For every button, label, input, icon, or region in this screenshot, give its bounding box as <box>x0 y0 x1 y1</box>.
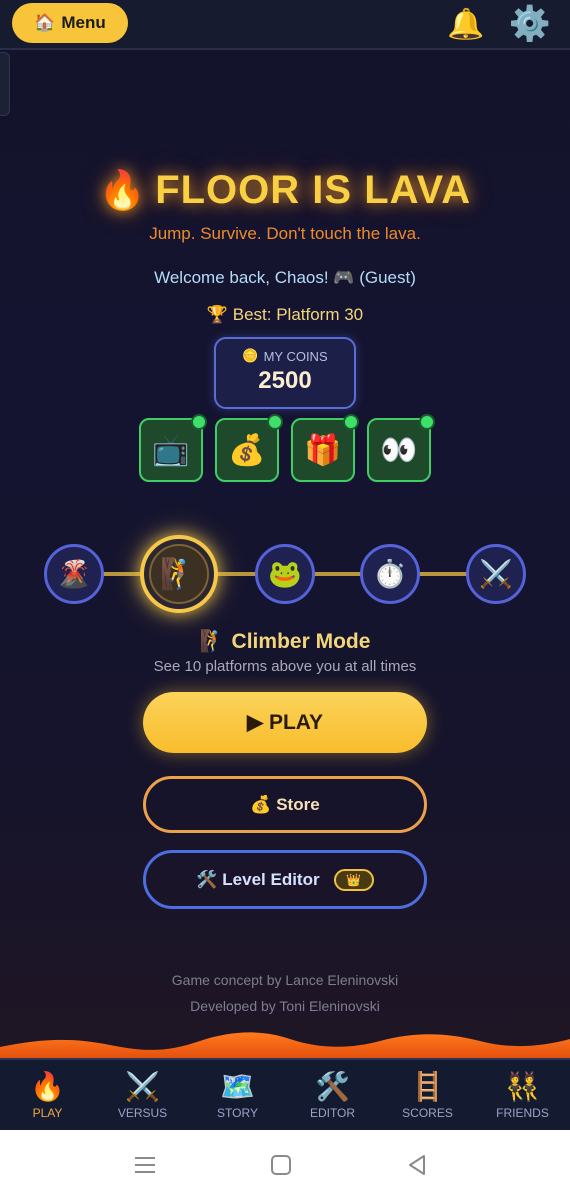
gear-icon[interactable]: ⚙️ <box>509 4 551 44</box>
selected-mode-title: 🧗 Climber Mode <box>199 630 371 653</box>
selected-mode-description: See 10 platforms above you at all times <box>153 658 417 675</box>
map-icon: 🗺️ <box>220 1070 255 1102</box>
nav-scores-label: SCORES <box>402 1105 453 1120</box>
store-button[interactable]: 💰 Store <box>143 776 427 833</box>
nav-versus[interactable]: ⚔️ VERSUS <box>95 1060 190 1130</box>
nav-scores[interactable]: 🪜 SCORES <box>380 1060 475 1130</box>
level-editor-button[interactable]: 🛠️ Level Editor 👑 <box>143 850 427 909</box>
menu-button[interactable]: 🏠 Menu <box>12 3 128 43</box>
recent-apps-icon[interactable] <box>130 1150 160 1180</box>
nav-friends[interactable]: 👯 FRIENDS <box>475 1060 570 1130</box>
credit-concept: Game concept by Lance Eleninovski <box>171 972 399 988</box>
coins-value: 2500 <box>258 367 312 394</box>
frog-icon: 🐸 <box>268 559 302 590</box>
welcome-message: Welcome back, Chaos! 🎮 (Guest) <box>154 268 416 287</box>
app-screen: 🏠 Menu 🔔 ⚙️ 🔥 FLOOR IS LAVA Jump. Survive… <box>0 0 570 1130</box>
ladder-icon: 🪜 <box>410 1070 445 1102</box>
nav-play-label: PLAY <box>32 1105 63 1120</box>
gift-icon: 🎁 <box>304 432 342 468</box>
rewards-row: 📺 💰 🎁 👀 <box>139 414 439 484</box>
notification-dot <box>343 414 359 430</box>
game-title-text: FLOOR IS LAVA <box>155 168 472 212</box>
reward-tv-button[interactable]: 📺 <box>139 414 207 482</box>
game-title: 🔥 FLOOR IS LAVA <box>0 168 570 213</box>
mode-stopwatch-button[interactable]: ⏱️ <box>360 544 420 604</box>
notification-dot <box>191 414 207 430</box>
menu-button-label: Menu <box>61 13 106 32</box>
coins-label-row: 🪙 MY COINS <box>216 348 354 364</box>
tagline: Jump. Survive. Don't touch the lava. <box>149 224 421 243</box>
crossed-swords-icon: ⚔️ <box>125 1070 160 1102</box>
android-navigation-bar <box>0 1130 570 1200</box>
crossed-swords-icon: ⚔️ <box>479 559 513 590</box>
eyes-icon: 👀 <box>380 432 418 468</box>
home-icon[interactable] <box>266 1150 296 1180</box>
house-icon: 🏠 <box>34 13 56 32</box>
reward-gift-button[interactable]: 🎁 <box>291 414 359 482</box>
climber-icon: 🧗 <box>160 556 198 592</box>
fire-icon: 🔥 <box>98 170 148 212</box>
coins-panel: 🪙 MY COINS 2500 <box>214 337 356 409</box>
nav-play[interactable]: 🔥 PLAY <box>0 1060 95 1130</box>
nav-friends-label: FRIENDS <box>496 1105 549 1120</box>
mode-frog-button[interactable]: 🐸 <box>255 544 315 604</box>
bell-icon[interactable]: 🔔 <box>446 4 486 44</box>
nav-editor[interactable]: 🛠️ EDITOR <box>285 1060 380 1130</box>
side-drawer-handle[interactable] <box>0 52 10 116</box>
coins-label: MY COINS <box>263 348 328 364</box>
mode-climber-button[interactable]: 🧗 <box>140 535 218 613</box>
notification-dot <box>419 414 435 430</box>
fire-icon: 🔥 <box>30 1070 65 1102</box>
play-button-label: ▶ PLAY <box>246 711 324 734</box>
mode-versus-button[interactable]: ⚔️ <box>466 544 526 604</box>
stopwatch-icon: ⏱️ <box>373 559 407 590</box>
play-button[interactable]: ▶ PLAY <box>143 692 427 753</box>
best-score: 🏆 Best: Platform 30 <box>206 305 364 324</box>
reward-money-bag-button[interactable]: 💰 <box>215 414 283 482</box>
level-editor-button-label: 🛠️ Level Editor <box>196 869 320 889</box>
coin-icon: 🪙 <box>242 348 259 363</box>
nav-story-label: STORY <box>217 1105 258 1120</box>
nav-versus-label: VERSUS <box>117 1105 168 1120</box>
nav-editor-label: EDITOR <box>309 1105 356 1120</box>
mode-climber-inner: 🧗 <box>149 544 209 604</box>
tv-icon: 📺 <box>152 432 190 468</box>
store-button-label: 💰 Store <box>250 794 320 814</box>
top-bar: 🏠 Menu 🔔 ⚙️ <box>0 0 570 50</box>
money-bag-icon: 💰 <box>228 432 266 468</box>
hammer-wrench-icon: 🛠️ <box>315 1070 350 1102</box>
reward-eyes-button[interactable]: 👀 <box>367 414 435 482</box>
crown-icon: 👑 <box>333 868 374 891</box>
back-icon[interactable] <box>402 1150 432 1180</box>
bottom-nav: 🔥 PLAY ⚔️ VERSUS 🗺️ STORY 🛠️ EDITOR 🪜 SC… <box>0 1058 570 1130</box>
credit-developer: Developed by Toni Eleninovski <box>190 998 380 1014</box>
nav-story[interactable]: 🗺️ STORY <box>190 1060 285 1130</box>
notification-dot <box>267 414 283 430</box>
volcano-icon: 🌋 <box>57 559 91 590</box>
mode-volcano-button[interactable]: 🌋 <box>44 544 104 604</box>
people-icon: 👯 <box>505 1070 540 1102</box>
